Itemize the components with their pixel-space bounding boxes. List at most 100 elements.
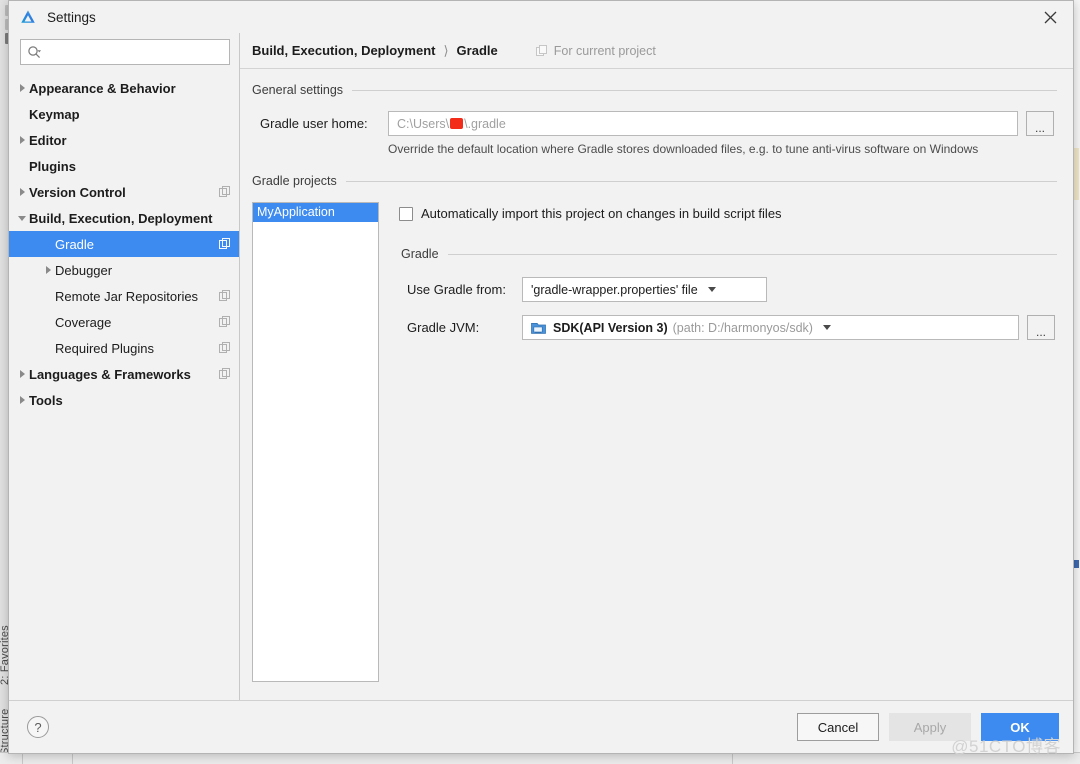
breadcrumb: Build, Execution, Deployment ⟩ Gradle Fo… <box>240 33 1073 69</box>
chevron-right-icon[interactable] <box>15 188 29 196</box>
sidebar-item-config-icon <box>219 290 231 302</box>
sdk-folder-icon <box>531 321 546 335</box>
gradle-user-home-hint: Override the default location where Grad… <box>252 142 1057 156</box>
sidebar-item-config-icon <box>219 186 231 198</box>
use-gradle-from-value: 'gradle-wrapper.properties' file <box>531 283 698 297</box>
settings-dialog: Settings Appearance & BehaviorKeymapEdi <box>8 0 1074 754</box>
status-seg-3 <box>73 753 733 764</box>
section-rule <box>352 90 1057 91</box>
close-icon[interactable] <box>1027 1 1073 33</box>
gradle-user-home-label: Gradle user home: <box>260 116 388 131</box>
settings-sidebar: Appearance & Behavior Keymap Editor Plugins… <box>9 33 240 700</box>
breadcrumb-separator: ⟩ <box>443 43 448 59</box>
gradle-user-home-input[interactable]: C:\Users\ \.gradle <box>388 111 1018 136</box>
gradle-projects-section-header: Gradle projects <box>252 174 1057 188</box>
project-config-icon <box>219 238 231 250</box>
project-config-icon <box>219 316 231 328</box>
sidebar-item-coverage[interactable]: Coverage <box>9 309 239 335</box>
help-icon[interactable]: ? <box>27 716 49 738</box>
sidebar-item-languages-frameworks[interactable]: Languages & Frameworks <box>9 361 239 387</box>
sidebar-item-label: Appearance & Behavior <box>29 81 176 96</box>
sidebar-item-gradle[interactable]: Gradle <box>9 231 239 257</box>
project-config-icon <box>219 342 231 354</box>
gradle-settings-panel: General settings Gradle user home: C:\Us… <box>240 69 1073 700</box>
project-scope-icon <box>536 45 548 57</box>
deveco-triangle-logo-icon <box>19 8 37 26</box>
project-scope-label: For current project <box>554 44 656 58</box>
sidebar-item-label: Coverage <box>55 315 111 330</box>
sidebar-item-tools[interactable]: Tools <box>9 387 239 413</box>
chevron-down-icon-2 <box>823 325 831 330</box>
project-config-icon <box>219 290 231 302</box>
sidebar-item-label: Languages & Frameworks <box>29 367 191 382</box>
project-scope-indicator: For current project <box>536 44 656 58</box>
sidebar-item-config-icon <box>219 238 231 250</box>
chevron-right-icon[interactable] <box>15 136 29 144</box>
sidebar-item-editor[interactable]: Editor <box>9 127 239 153</box>
sidebar-item-config-icon <box>219 316 231 328</box>
breadcrumb-current: Gradle <box>457 43 498 58</box>
sidebar-item-label: Remote Jar Repositories <box>55 289 198 304</box>
use-gradle-from-label: Use Gradle from: <box>407 282 522 297</box>
dialog-title: Settings <box>47 10 96 25</box>
project-config-icon <box>219 368 231 380</box>
sidebar-item-keymap[interactable]: Keymap <box>9 101 239 127</box>
use-gradle-from-row: Use Gradle from: 'gradle-wrapper.propert… <box>399 277 1057 302</box>
sidebar-item-debugger[interactable]: Debugger <box>9 257 239 283</box>
gradle-user-home-row: Gradle user home: C:\Users\ \.gradle ... <box>252 111 1057 136</box>
gradle-jvm-browse-button[interactable]: ... <box>1027 315 1055 340</box>
search-container <box>9 33 239 73</box>
gradle-project-list[interactable]: MyApplication <box>252 202 379 682</box>
gradle-subsection-header: Gradle <box>399 247 1057 261</box>
project-config-icon <box>219 186 231 198</box>
breadcrumb-parent[interactable]: Build, Execution, Deployment <box>252 43 435 58</box>
section-rule-3 <box>448 254 1057 255</box>
settings-content: Build, Execution, Deployment ⟩ Gradle Fo… <box>240 33 1073 700</box>
general-settings-section-header: General settings <box>252 83 1057 97</box>
auto-import-label: Automatically import this project on cha… <box>421 206 782 221</box>
chevron-right-icon[interactable] <box>15 396 29 404</box>
gradle-user-home-suffix: \.gradle <box>464 117 506 131</box>
cancel-button[interactable]: Cancel <box>797 713 879 741</box>
chevron-down-icon[interactable] <box>15 216 29 221</box>
dialog-footer: ? Cancel Apply OK @51CTO博客 <box>9 700 1073 753</box>
sidebar-item-label: Plugins <box>29 159 76 174</box>
sidebar-item-remote-jar-repositories[interactable]: Remote Jar Repositories <box>9 283 239 309</box>
use-gradle-from-dropdown[interactable]: 'gradle-wrapper.properties' file <box>522 277 767 302</box>
sidebar-item-appearance-behavior[interactable]: Appearance & Behavior <box>9 75 239 101</box>
redaction-mark <box>450 118 463 129</box>
gradle-jvm-path: (path: D:/harmonyos/sdk) <box>673 321 813 335</box>
search-box[interactable] <box>20 39 230 65</box>
sidebar-item-label: Gradle <box>55 237 94 252</box>
status-seg-2 <box>23 753 73 764</box>
sidebar-item-config-icon <box>219 368 231 380</box>
gradle-jvm-dropdown[interactable]: SDK(API Version 3) (path: D:/harmonyos/s… <box>522 315 1019 340</box>
apply-button: Apply <box>889 713 971 741</box>
sidebar-item-label: Build, Execution, Deployment <box>29 211 212 226</box>
chevron-right-icon[interactable] <box>15 370 29 378</box>
sidebar-item-config-icon <box>219 342 231 354</box>
sidebar-item-label: Editor <box>29 133 67 148</box>
chevron-right-icon[interactable] <box>41 266 55 274</box>
gradle-projects-split: MyApplication Automatically import this … <box>252 202 1057 682</box>
sidebar-item-label: Keymap <box>29 107 80 122</box>
settings-category-tree: Appearance & Behavior Keymap Editor Plugins… <box>9 73 239 700</box>
sidebar-item-version-control[interactable]: Version Control <box>9 179 239 205</box>
chevron-right-icon[interactable] <box>15 84 29 92</box>
ok-button[interactable]: OK <box>981 713 1059 741</box>
sidebar-item-required-plugins[interactable]: Required Plugins <box>9 335 239 361</box>
sidebar-item-plugins[interactable]: Plugins <box>9 153 239 179</box>
footer-buttons: Cancel Apply OK <box>797 713 1059 741</box>
gradle-user-home-browse-button[interactable]: ... <box>1026 111 1054 136</box>
status-seg-1 <box>0 753 23 764</box>
section-rule-2 <box>346 181 1057 182</box>
search-input[interactable] <box>42 44 223 60</box>
sidebar-item-build-execution-deployment[interactable]: Build, Execution, Deployment <box>9 205 239 231</box>
list-item[interactable]: MyApplication <box>253 203 378 222</box>
gradle-user-home-prefix: C:\Users\ <box>397 117 449 131</box>
close-x-glyph <box>1044 11 1057 24</box>
gradle-projects-title: Gradle projects <box>252 174 337 188</box>
sidebar-item-label: Version Control <box>29 185 126 200</box>
auto-import-checkbox[interactable] <box>399 207 413 221</box>
gradle-project-detail: Automatically import this project on cha… <box>379 202 1057 344</box>
